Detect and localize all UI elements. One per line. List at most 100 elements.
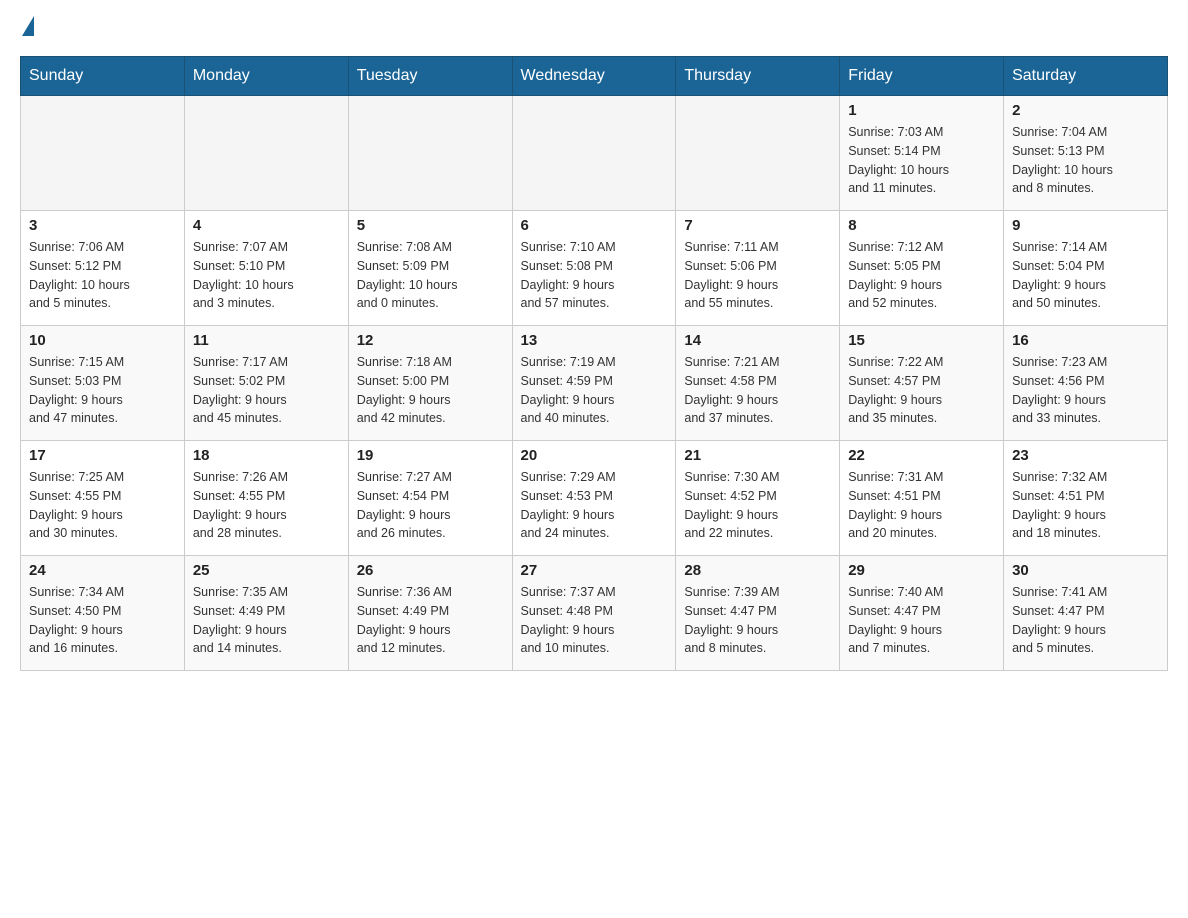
- day-number: 11: [193, 332, 340, 349]
- day-info: Sunrise: 7:15 AMSunset: 5:03 PMDaylight:…: [29, 353, 176, 428]
- calendar-cell: 1 Sunrise: 7:03 AMSunset: 5:14 PMDaylight…: [840, 96, 1004, 211]
- calendar-cell: 11 Sunrise: 7:17 AMSunset: 5:02 PMDayligh…: [184, 326, 348, 441]
- day-number: 29: [848, 562, 995, 579]
- day-number: 2: [1012, 102, 1159, 119]
- day-info: Sunrise: 7:26 AMSunset: 4:55 PMDaylight:…: [193, 468, 340, 543]
- calendar-cell: 3 Sunrise: 7:06 AMSunset: 5:12 PMDaylight…: [21, 211, 185, 326]
- day-info: Sunrise: 7:31 AMSunset: 4:51 PMDaylight:…: [848, 468, 995, 543]
- calendar-cell: 23Sunrise: 7:32 AMSunset: 4:51 PMDayligh…: [1004, 441, 1168, 556]
- day-number: 27: [521, 562, 668, 579]
- calendar-cell: 30 Sunrise: 7:41 AMSunset: 4:47 PMDayligh…: [1004, 556, 1168, 671]
- day-number: 24: [29, 562, 176, 579]
- calendar-cell: 4Sunrise: 7:07 AMSunset: 5:10 PMDaylight…: [184, 211, 348, 326]
- calendar-cell: 14 Sunrise: 7:21 AMSunset: 4:58 PMDayligh…: [676, 326, 840, 441]
- day-info: Sunrise: 7:04 AMSunset: 5:13 PMDaylight:…: [1012, 123, 1159, 198]
- day-number: 6: [521, 217, 668, 234]
- day-number: 15: [848, 332, 995, 349]
- day-info: Sunrise: 7:14 AMSunset: 5:04 PMDaylight:…: [1012, 238, 1159, 313]
- day-number: 9: [1012, 217, 1159, 234]
- weekday-header-saturday: Saturday: [1004, 57, 1168, 96]
- day-info: Sunrise: 7:06 AMSunset: 5:12 PMDaylight:…: [29, 238, 176, 313]
- day-number: 5: [357, 217, 504, 234]
- day-info: Sunrise: 7:37 AMSunset: 4:48 PMDaylight:…: [521, 583, 668, 658]
- day-info: Sunrise: 7:27 AMSunset: 4:54 PMDaylight:…: [357, 468, 504, 543]
- day-info: Sunrise: 7:11 AMSunset: 5:06 PMDaylight:…: [684, 238, 831, 313]
- weekday-header-sunday: Sunday: [21, 57, 185, 96]
- day-info: Sunrise: 7:03 AMSunset: 5:14 PMDaylight:…: [848, 123, 995, 198]
- day-info: Sunrise: 7:08 AMSunset: 5:09 PMDaylight:…: [357, 238, 504, 313]
- day-info: Sunrise: 7:29 AMSunset: 4:53 PMDaylight:…: [521, 468, 668, 543]
- day-info: Sunrise: 7:34 AMSunset: 4:50 PMDaylight:…: [29, 583, 176, 658]
- day-info: Sunrise: 7:18 AMSunset: 5:00 PMDaylight:…: [357, 353, 504, 428]
- weekday-header-tuesday: Tuesday: [348, 57, 512, 96]
- day-number: 28: [684, 562, 831, 579]
- calendar-cell: [512, 96, 676, 211]
- calendar-cell: 17 Sunrise: 7:25 AMSunset: 4:55 PMDayligh…: [21, 441, 185, 556]
- day-info: Sunrise: 7:36 AMSunset: 4:49 PMDaylight:…: [357, 583, 504, 658]
- day-number: 20: [521, 447, 668, 464]
- logo-triangle-icon: [22, 16, 34, 36]
- calendar-cell: [184, 96, 348, 211]
- calendar-cell: 2 Sunrise: 7:04 AMSunset: 5:13 PMDaylight…: [1004, 96, 1168, 211]
- day-info: Sunrise: 7:17 AMSunset: 5:02 PMDaylight:…: [193, 353, 340, 428]
- day-info: Sunrise: 7:35 AMSunset: 4:49 PMDaylight:…: [193, 583, 340, 658]
- calendar-cell: [676, 96, 840, 211]
- calendar-cell: 26 Sunrise: 7:36 AMSunset: 4:49 PMDayligh…: [348, 556, 512, 671]
- weekday-header-friday: Friday: [840, 57, 1004, 96]
- weekday-header-thursday: Thursday: [676, 57, 840, 96]
- calendar-cell: 16Sunrise: 7:23 AMSunset: 4:56 PMDayligh…: [1004, 326, 1168, 441]
- day-number: 19: [357, 447, 504, 464]
- day-number: 1: [848, 102, 995, 119]
- day-number: 10: [29, 332, 176, 349]
- day-number: 18: [193, 447, 340, 464]
- day-number: 7: [684, 217, 831, 234]
- calendar-cell: 6 Sunrise: 7:10 AMSunset: 5:08 PMDaylight…: [512, 211, 676, 326]
- calendar-cell: 13 Sunrise: 7:19 AMSunset: 4:59 PMDayligh…: [512, 326, 676, 441]
- calendar-cell: 27 Sunrise: 7:37 AMSunset: 4:48 PMDayligh…: [512, 556, 676, 671]
- calendar-cell: 22 Sunrise: 7:31 AMSunset: 4:51 PMDayligh…: [840, 441, 1004, 556]
- calendar-cell: 7 Sunrise: 7:11 AMSunset: 5:06 PMDaylight…: [676, 211, 840, 326]
- day-number: 26: [357, 562, 504, 579]
- calendar-cell: 8Sunrise: 7:12 AMSunset: 5:05 PMDaylight…: [840, 211, 1004, 326]
- day-number: 22: [848, 447, 995, 464]
- day-number: 13: [521, 332, 668, 349]
- calendar-cell: 24 Sunrise: 7:34 AMSunset: 4:50 PMDayligh…: [21, 556, 185, 671]
- day-info: Sunrise: 7:40 AMSunset: 4:47 PMDaylight:…: [848, 583, 995, 658]
- calendar-cell: 9 Sunrise: 7:14 AMSunset: 5:04 PMDaylight…: [1004, 211, 1168, 326]
- calendar-table: SundayMondayTuesdayWednesdayThursdayFrid…: [20, 56, 1168, 671]
- day-info: Sunrise: 7:39 AMSunset: 4:47 PMDaylight:…: [684, 583, 831, 658]
- calendar-cell: 25 Sunrise: 7:35 AMSunset: 4:49 PMDayligh…: [184, 556, 348, 671]
- calendar-cell: 29 Sunrise: 7:40 AMSunset: 4:47 PMDayligh…: [840, 556, 1004, 671]
- day-number: 3: [29, 217, 176, 234]
- day-number: 4: [193, 217, 340, 234]
- logo: [20, 20, 38, 36]
- calendar-cell: 5 Sunrise: 7:08 AMSunset: 5:09 PMDaylight…: [348, 211, 512, 326]
- weekday-header-wednesday: Wednesday: [512, 57, 676, 96]
- calendar-cell: 10 Sunrise: 7:15 AMSunset: 5:03 PMDayligh…: [21, 326, 185, 441]
- day-info: Sunrise: 7:10 AMSunset: 5:08 PMDaylight:…: [521, 238, 668, 313]
- day-info: Sunrise: 7:32 AMSunset: 4:51 PMDaylight:…: [1012, 468, 1159, 543]
- day-info: Sunrise: 7:19 AMSunset: 4:59 PMDaylight:…: [521, 353, 668, 428]
- day-number: 30: [1012, 562, 1159, 579]
- calendar-cell: 12Sunrise: 7:18 AMSunset: 5:00 PMDayligh…: [348, 326, 512, 441]
- day-info: Sunrise: 7:30 AMSunset: 4:52 PMDaylight:…: [684, 468, 831, 543]
- calendar-cell: [348, 96, 512, 211]
- page-header: [20, 20, 1168, 36]
- day-number: 25: [193, 562, 340, 579]
- calendar-cell: 19 Sunrise: 7:27 AMSunset: 4:54 PMDayligh…: [348, 441, 512, 556]
- weekday-header-monday: Monday: [184, 57, 348, 96]
- calendar-cell: 18 Sunrise: 7:26 AMSunset: 4:55 PMDayligh…: [184, 441, 348, 556]
- day-info: Sunrise: 7:21 AMSunset: 4:58 PMDaylight:…: [684, 353, 831, 428]
- calendar-cell: 28 Sunrise: 7:39 AMSunset: 4:47 PMDayligh…: [676, 556, 840, 671]
- calendar-cell: 21 Sunrise: 7:30 AMSunset: 4:52 PMDayligh…: [676, 441, 840, 556]
- day-number: 21: [684, 447, 831, 464]
- day-info: Sunrise: 7:25 AMSunset: 4:55 PMDaylight:…: [29, 468, 176, 543]
- day-info: Sunrise: 7:22 AMSunset: 4:57 PMDaylight:…: [848, 353, 995, 428]
- day-number: 17: [29, 447, 176, 464]
- day-info: Sunrise: 7:12 AMSunset: 5:05 PMDaylight:…: [848, 238, 995, 313]
- calendar-cell: 20 Sunrise: 7:29 AMSunset: 4:53 PMDayligh…: [512, 441, 676, 556]
- day-number: 14: [684, 332, 831, 349]
- day-info: Sunrise: 7:41 AMSunset: 4:47 PMDaylight:…: [1012, 583, 1159, 658]
- day-info: Sunrise: 7:23 AMSunset: 4:56 PMDaylight:…: [1012, 353, 1159, 428]
- calendar-cell: 15 Sunrise: 7:22 AMSunset: 4:57 PMDayligh…: [840, 326, 1004, 441]
